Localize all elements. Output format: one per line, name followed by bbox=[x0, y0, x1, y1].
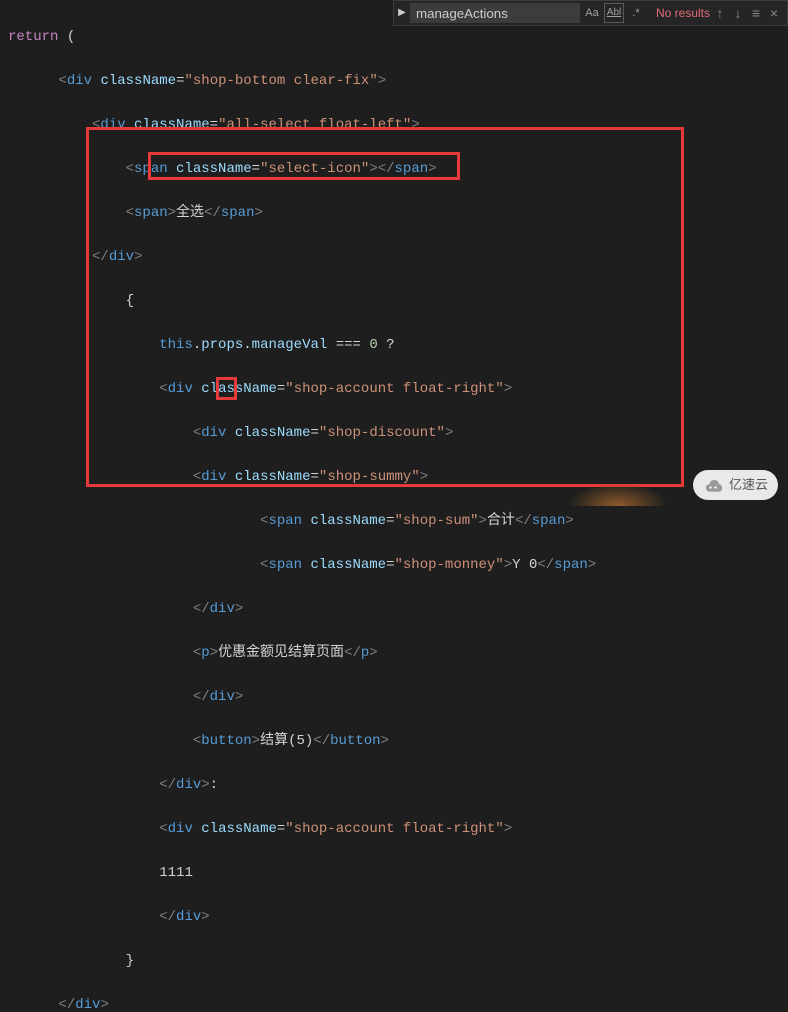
find-nav: ↑ ↓ ≡ × bbox=[711, 2, 787, 24]
find-menu-icon[interactable]: ≡ bbox=[747, 2, 765, 24]
cloud-icon bbox=[703, 478, 723, 492]
code-editor[interactable]: return ( <div className="shop-bottom cle… bbox=[0, 0, 788, 1012]
find-prev-icon[interactable]: ↑ bbox=[711, 2, 729, 24]
code-line: </div> bbox=[0, 906, 788, 928]
code-line: <span>全选</span> bbox=[0, 202, 788, 224]
code-line: <span className="shop-sum">合计</span> bbox=[0, 510, 788, 532]
code-line: <button>结算(5)</button> bbox=[0, 730, 788, 752]
code-line: <div className="shop-discount"> bbox=[0, 422, 788, 444]
decorative-glow bbox=[568, 482, 668, 506]
code-line: return ( bbox=[0, 26, 788, 48]
match-word-icon[interactable]: Abl bbox=[604, 3, 624, 23]
code-line: this.props.manageVal === 0 ? bbox=[0, 334, 788, 356]
find-next-icon[interactable]: ↓ bbox=[729, 2, 747, 24]
regex-icon[interactable]: .* bbox=[626, 3, 646, 23]
code-line: </div> bbox=[0, 246, 788, 268]
find-results-label: No results bbox=[656, 2, 710, 24]
expand-toggle-icon[interactable]: ▶ bbox=[394, 1, 410, 25]
code-line: </div>: bbox=[0, 774, 788, 796]
code-line: <div className="shop-bottom clear-fix"> bbox=[0, 70, 788, 92]
code-line: </div> bbox=[0, 598, 788, 620]
code-line: } bbox=[0, 950, 788, 972]
code-line: <span className="select-icon"></span> bbox=[0, 158, 788, 180]
code-line: </div> bbox=[0, 994, 788, 1012]
find-bar: ▶ Aa Abl .* No results ↑ ↓ ≡ × bbox=[393, 0, 788, 26]
code-line: 1111 bbox=[0, 862, 788, 884]
code-line: { bbox=[0, 290, 788, 312]
code-line: <div className="shop-account float-right… bbox=[0, 818, 788, 840]
code-line: <div className="all-select float-left"> bbox=[0, 114, 788, 136]
code-line: <div className="shop-summy"> bbox=[0, 466, 788, 488]
search-input[interactable] bbox=[410, 3, 580, 23]
watermark-text: 亿速云 bbox=[729, 474, 768, 496]
code-line: <div className="shop-account float-right… bbox=[0, 378, 788, 400]
close-icon[interactable]: × bbox=[765, 2, 783, 24]
watermark: 亿速云 bbox=[693, 470, 778, 500]
code-line: <p>优惠金额见结算页面</p> bbox=[0, 642, 788, 664]
match-case-icon[interactable]: Aa bbox=[582, 3, 602, 23]
code-line: <span className="shop-monney">Y 0</span> bbox=[0, 554, 788, 576]
code-line: </div> bbox=[0, 686, 788, 708]
